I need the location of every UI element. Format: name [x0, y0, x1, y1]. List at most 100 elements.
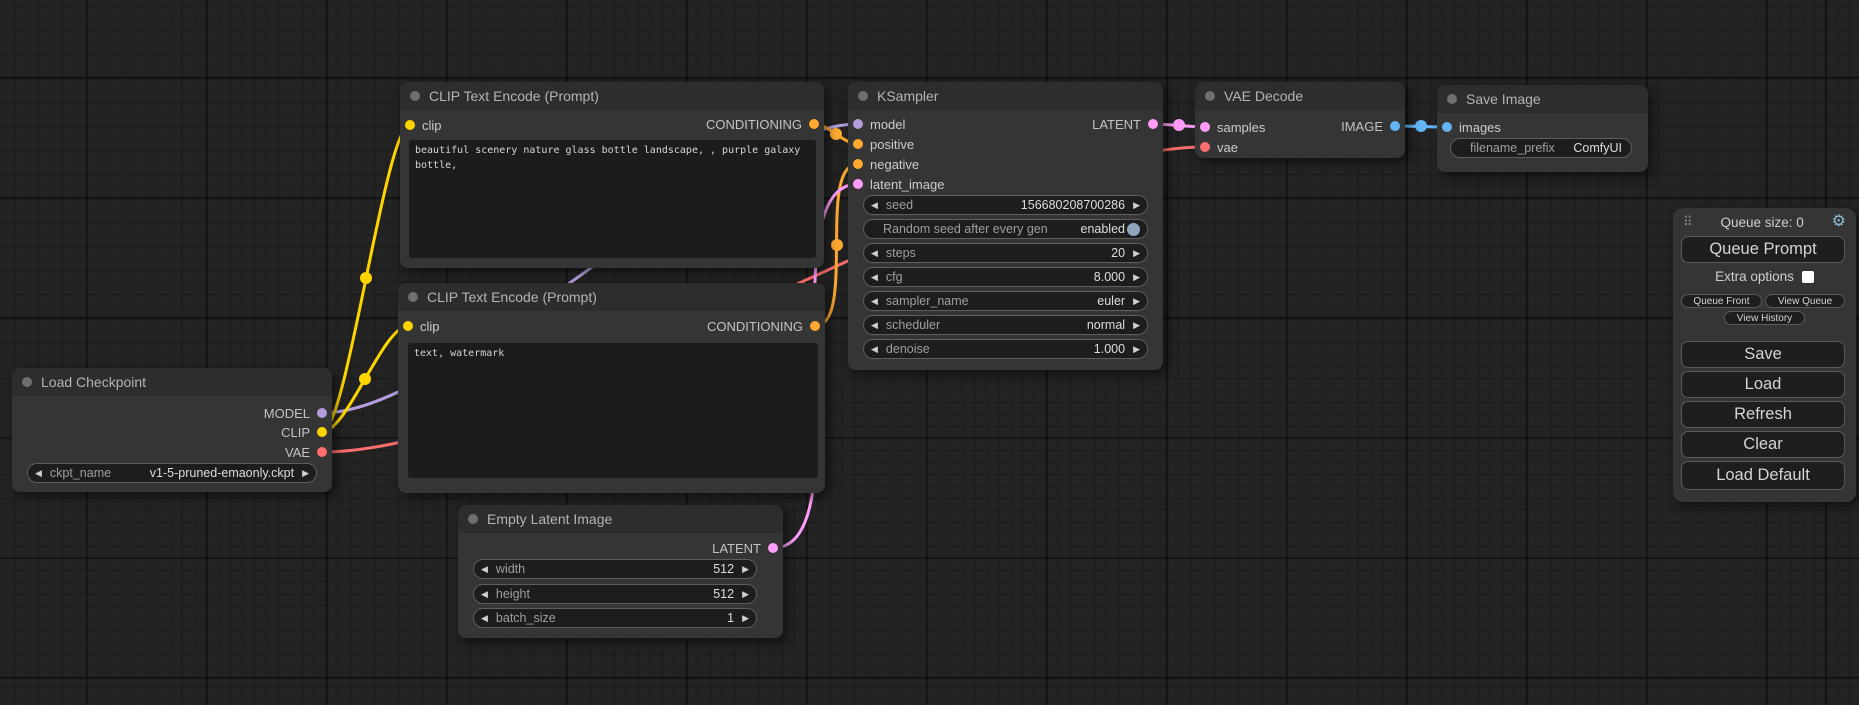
decrement-arrow-icon[interactable]: ◀: [871, 345, 878, 354]
decrement-arrow-icon[interactable]: ◀: [35, 469, 42, 478]
port-clip-input[interactable]: clip: [403, 319, 440, 333]
denoise-widget[interactable]: ◀ denoise 1.000 ▶: [863, 339, 1148, 359]
seed-widget[interactable]: ◀ seed 156680208700286 ▶: [863, 195, 1148, 215]
port-latent-image-input[interactable]: latent_image: [853, 177, 944, 191]
height-widget[interactable]: ◀ height 512 ▶: [473, 584, 757, 604]
port-dot[interactable]: [768, 543, 778, 553]
port-latent-output[interactable]: LATENT: [1092, 117, 1158, 131]
port-dot[interactable]: [810, 321, 820, 331]
port-clip-output[interactable]: CLIP: [281, 425, 327, 439]
node-empty-latent-image[interactable]: Empty Latent Image LATENT ◀ width 512 ▶ …: [458, 505, 783, 638]
decrement-arrow-icon[interactable]: ◀: [871, 249, 878, 258]
port-negative-input[interactable]: negative: [853, 157, 919, 171]
link-dot-conditioning-positive[interactable]: [830, 128, 842, 140]
cfg-widget[interactable]: ◀ cfg 8.000 ▶: [863, 267, 1148, 287]
clear-button[interactable]: Clear: [1681, 431, 1845, 458]
increment-arrow-icon[interactable]: ▶: [1133, 273, 1140, 282]
port-dot[interactable]: [317, 447, 327, 457]
collapse-dot-icon[interactable]: [1447, 94, 1457, 104]
decrement-arrow-icon[interactable]: ◀: [481, 614, 488, 623]
increment-arrow-icon[interactable]: ▶: [1133, 345, 1140, 354]
decrement-arrow-icon[interactable]: ◀: [481, 565, 488, 574]
link-dot-latent[interactable]: [1173, 119, 1185, 131]
increment-arrow-icon[interactable]: ▶: [742, 614, 749, 623]
negative-prompt-textarea[interactable]: text, watermark: [408, 343, 818, 478]
port-latent-output[interactable]: LATENT: [712, 541, 778, 555]
port-model-output[interactable]: MODEL: [264, 406, 327, 420]
sampler-name-widget[interactable]: ◀ sampler_name euler ▶: [863, 291, 1148, 311]
scheduler-widget[interactable]: ◀ scheduler normal ▶: [863, 315, 1148, 335]
port-image-output[interactable]: IMAGE: [1341, 119, 1400, 133]
queue-prompt-button[interactable]: Queue Prompt: [1681, 236, 1845, 263]
queue-front-button[interactable]: Queue Front: [1681, 294, 1762, 308]
increment-arrow-icon[interactable]: ▶: [302, 469, 309, 478]
increment-arrow-icon[interactable]: ▶: [1133, 321, 1140, 330]
collapse-dot-icon[interactable]: [410, 91, 420, 101]
node-ksampler[interactable]: KSampler model positive negative latent_…: [848, 82, 1163, 370]
port-images-input[interactable]: images: [1442, 120, 1501, 134]
port-dot[interactable]: [1148, 119, 1158, 129]
port-vae-input[interactable]: vae: [1200, 140, 1238, 154]
decrement-arrow-icon[interactable]: ◀: [871, 321, 878, 330]
link-dot-clip-negative[interactable]: [359, 373, 371, 385]
node-vae-decode[interactable]: VAE Decode samples vae IMAGE: [1195, 82, 1405, 158]
port-dot[interactable]: [1390, 121, 1400, 131]
increment-arrow-icon[interactable]: ▶: [1133, 297, 1140, 306]
increment-arrow-icon[interactable]: ▶: [742, 590, 749, 599]
port-vae-output[interactable]: VAE: [285, 445, 327, 459]
port-dot[interactable]: [853, 119, 863, 129]
link-dot-image[interactable]: [1415, 120, 1427, 132]
port-conditioning-output[interactable]: CONDITIONING: [706, 117, 819, 131]
port-dot[interactable]: [1200, 142, 1210, 152]
node-save-image[interactable]: Save Image images filename_prefix ComfyU…: [1437, 85, 1648, 172]
node-load-checkpoint[interactable]: Load Checkpoint MODEL CLIP VAE ◀ ckpt_na…: [12, 368, 332, 492]
positive-prompt-textarea[interactable]: beautiful scenery nature glass bottle la…: [409, 140, 816, 258]
port-conditioning-output[interactable]: CONDITIONING: [707, 319, 820, 333]
extra-options-checkbox[interactable]: [1802, 271, 1814, 283]
random-seed-toggle-widget[interactable]: Random seed after every gen enabled: [863, 219, 1148, 239]
port-dot[interactable]: [1200, 122, 1210, 132]
port-dot[interactable]: [403, 321, 413, 331]
collapse-dot-icon[interactable]: [1205, 91, 1215, 101]
node-clip-text-encode-negative[interactable]: CLIP Text Encode (Prompt) clip CONDITION…: [398, 283, 825, 493]
decrement-arrow-icon[interactable]: ◀: [871, 201, 878, 210]
increment-arrow-icon[interactable]: ▶: [1133, 249, 1140, 258]
drag-handle-icon[interactable]: ⠿: [1683, 214, 1693, 230]
steps-widget[interactable]: ◀ steps 20 ▶: [863, 243, 1148, 263]
port-dot[interactable]: [853, 139, 863, 149]
filename-prefix-widget[interactable]: filename_prefix ComfyUI: [1450, 138, 1632, 158]
gear-icon[interactable]: ⚙: [1832, 214, 1846, 230]
toggle-dot-icon[interactable]: [1127, 223, 1140, 236]
refresh-button[interactable]: Refresh: [1681, 401, 1845, 428]
width-widget[interactable]: ◀ width 512 ▶: [473, 559, 757, 579]
port-dot[interactable]: [405, 120, 415, 130]
port-dot[interactable]: [853, 179, 863, 189]
port-positive-input[interactable]: positive: [853, 137, 914, 151]
comfyui-canvas[interactable]: { "colors": { "model": "#B39DDB", "clip"…: [0, 0, 1859, 705]
view-history-button[interactable]: View History: [1724, 311, 1805, 325]
port-dot[interactable]: [317, 427, 327, 437]
ckpt-name-widget[interactable]: ◀ ckpt_name v1-5-pruned-emaonly.ckpt ▶: [27, 463, 317, 483]
port-model-input[interactable]: model: [853, 117, 905, 131]
save-button[interactable]: Save: [1681, 341, 1845, 368]
increment-arrow-icon[interactable]: ▶: [1133, 201, 1140, 210]
node-clip-text-encode-positive[interactable]: CLIP Text Encode (Prompt) clip CONDITION…: [400, 82, 824, 268]
load-default-button[interactable]: Load Default: [1681, 461, 1845, 490]
link-dot-clip-positive[interactable]: [360, 272, 372, 284]
decrement-arrow-icon[interactable]: ◀: [481, 590, 488, 599]
port-dot[interactable]: [1442, 122, 1452, 132]
port-dot[interactable]: [317, 408, 327, 418]
port-dot[interactable]: [853, 159, 863, 169]
batch-size-widget[interactable]: ◀ batch_size 1 ▶: [473, 608, 757, 628]
port-clip-input[interactable]: clip: [405, 118, 442, 132]
collapse-dot-icon[interactable]: [468, 514, 478, 524]
port-samples-input[interactable]: samples: [1200, 120, 1265, 134]
collapse-dot-icon[interactable]: [858, 91, 868, 101]
view-queue-button[interactable]: View Queue: [1765, 294, 1845, 308]
collapse-dot-icon[interactable]: [22, 377, 32, 387]
increment-arrow-icon[interactable]: ▶: [742, 565, 749, 574]
port-dot[interactable]: [809, 119, 819, 129]
decrement-arrow-icon[interactable]: ◀: [871, 273, 878, 282]
collapse-dot-icon[interactable]: [408, 292, 418, 302]
load-button[interactable]: Load: [1681, 371, 1845, 398]
